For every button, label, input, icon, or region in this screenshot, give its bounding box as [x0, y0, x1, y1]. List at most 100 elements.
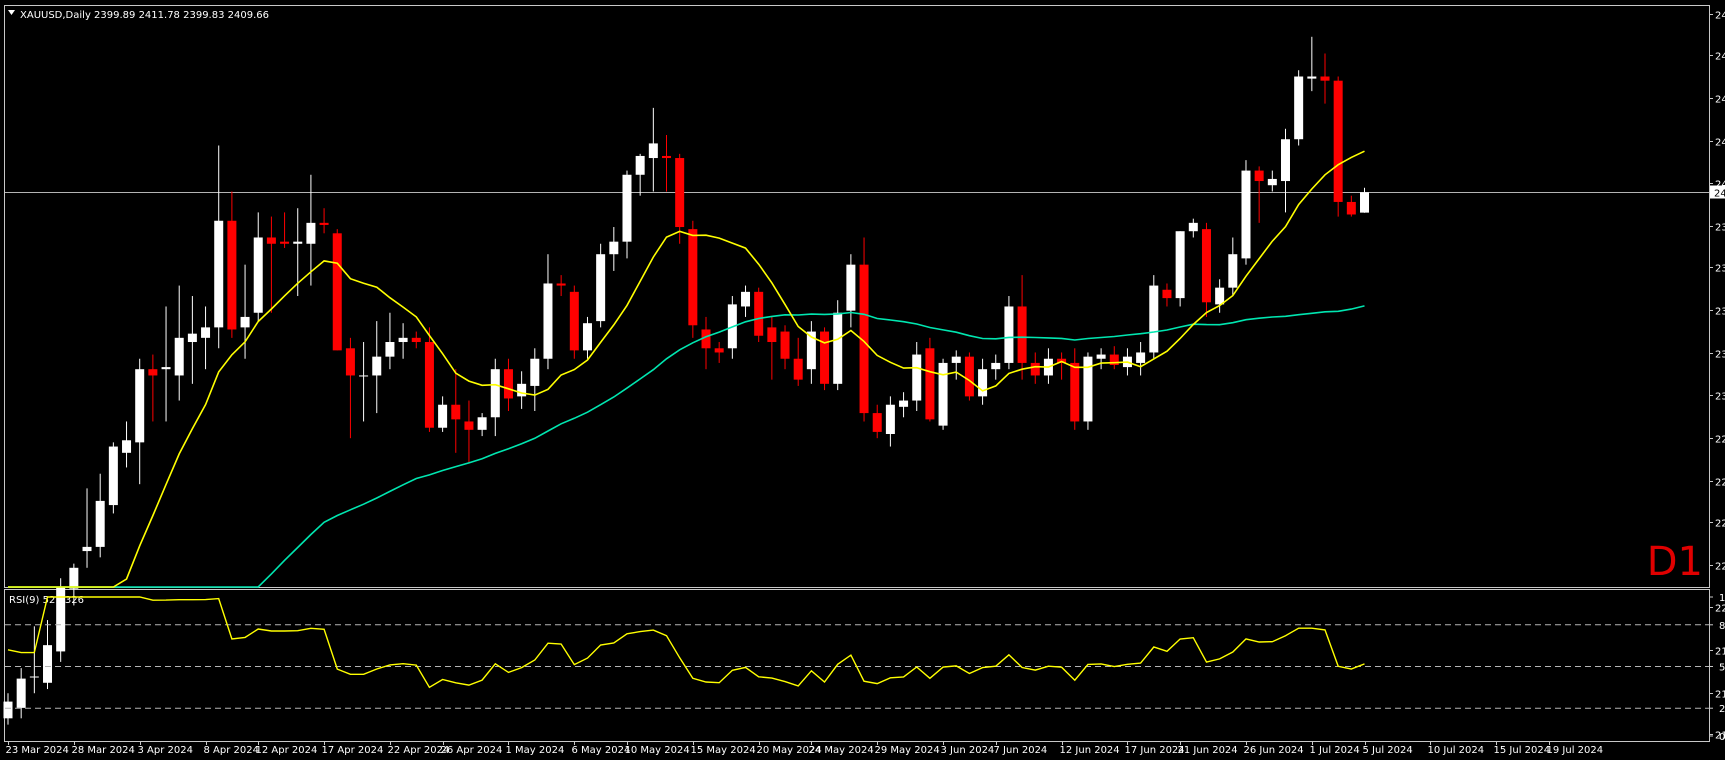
time-tick-label: 26 Jun 2024 — [1244, 745, 1304, 756]
candle-body — [1333, 80, 1343, 202]
candle-body — [1004, 306, 1014, 363]
candle-body — [214, 220, 224, 328]
candle-body — [280, 241, 290, 244]
candle-body — [253, 237, 263, 313]
time-tick-label: 15 Jul 2024 — [1494, 745, 1551, 756]
time-tick-label: 7 Jun 2024 — [994, 745, 1048, 756]
price-tick-label: 2211.10 — [1715, 604, 1725, 615]
candle-body — [227, 220, 237, 330]
price-tick-label: 2454.70 — [1715, 95, 1725, 106]
candle-body — [359, 375, 369, 377]
price-tick-label: 2332.90 — [1715, 350, 1725, 361]
candle-body — [767, 327, 777, 343]
time-tick-label: 8 Apr 2024 — [204, 745, 259, 756]
candle-body — [1017, 306, 1027, 363]
candle-body — [1254, 170, 1264, 182]
candle-body — [1280, 139, 1290, 182]
candle-body — [1136, 352, 1146, 363]
candle-body — [1360, 192, 1370, 213]
price-tick-label: 2251.90 — [1715, 519, 1725, 530]
candle-body — [951, 356, 961, 363]
rsi-tick-label: 0 — [1719, 732, 1725, 743]
candle-body — [648, 143, 658, 159]
candle-body — [543, 283, 553, 359]
candle-body — [754, 291, 764, 336]
candle-body — [1346, 201, 1356, 215]
time-tick-label: 17 Jun 2024 — [1125, 745, 1185, 756]
candle-body — [411, 337, 421, 343]
price-tick-label: 2312.50 — [1715, 392, 1725, 403]
candle-body — [833, 312, 843, 384]
candle-body — [714, 348, 724, 353]
candle-body — [372, 356, 382, 376]
candle-body — [451, 404, 461, 420]
price-tick-label: 2190.70 — [1715, 647, 1725, 658]
candle-body — [609, 241, 619, 255]
time-tick-label: 15 May 2024 — [691, 745, 756, 756]
candle-body — [95, 500, 105, 547]
time-tick-label: 28 Mar 2024 — [72, 745, 135, 756]
time-tick-label: 1 Jul 2024 — [1310, 745, 1360, 756]
time-tick-label: 23 Mar 2024 — [6, 745, 69, 756]
price-tick-label: 2475.10 — [1715, 52, 1725, 63]
rsi-tick-label: 20 — [1719, 704, 1725, 715]
price-tick-label: 2170.30 — [1715, 690, 1725, 701]
candle-body — [135, 369, 145, 443]
price-tick-label: 2434.30 — [1715, 138, 1725, 149]
candle-body — [780, 331, 790, 359]
candle-body — [464, 421, 474, 430]
candle-body — [16, 678, 26, 708]
rsi-tick-label: 100 — [1719, 593, 1725, 604]
price-tick-label: 2231.50 — [1715, 562, 1725, 573]
candle-body — [820, 331, 830, 384]
chart-svg: XAUUSD,Daily 2399.89 2411.78 2399.83 240… — [0, 0, 1725, 756]
candle-body — [187, 333, 197, 343]
candle-body — [846, 264, 856, 311]
timeframe-badge: D1 — [1647, 539, 1703, 585]
candle-body — [582, 323, 592, 351]
candle-body — [385, 342, 395, 357]
candle-body — [174, 337, 184, 376]
candle-body — [438, 404, 448, 428]
candle-body — [82, 546, 92, 552]
candle-body — [938, 362, 948, 426]
candle-body — [490, 369, 500, 418]
time-tick-label: 10 Jul 2024 — [1428, 745, 1485, 756]
candle-body — [332, 233, 342, 351]
time-tick-label: 1 May 2024 — [506, 745, 565, 756]
candle-body — [69, 567, 79, 589]
candle-body — [793, 358, 803, 380]
candle-body — [29, 676, 39, 678]
candle-body — [688, 229, 698, 326]
candle-body — [1215, 287, 1225, 305]
candle-body — [530, 358, 540, 386]
time-tick-label: 21 Jun 2024 — [1178, 745, 1238, 756]
candle-body — [1030, 362, 1040, 376]
time-tick-label: 5 Jul 2024 — [1363, 745, 1413, 756]
rsi-tick-label: 80 — [1719, 621, 1725, 632]
price-tick-label: 2393.50 — [1715, 223, 1725, 234]
candle-body — [978, 369, 988, 397]
candle-body — [912, 354, 922, 401]
time-tick-label: 3 Jun 2024 — [941, 745, 995, 756]
symbol-info: XAUUSD,Daily 2399.89 2411.78 2399.83 240… — [20, 10, 269, 21]
candle-body — [1175, 231, 1185, 299]
chart-window: XAUUSD,Daily 2399.89 2411.78 2399.83 240… — [0, 0, 1725, 756]
candle-body — [1070, 362, 1080, 422]
candle-body — [424, 342, 434, 428]
candle-body — [662, 155, 671, 159]
candle-body — [741, 291, 751, 307]
candle-body — [1228, 254, 1238, 288]
candle-body — [885, 404, 895, 434]
price-tick-label: 2373.70 — [1715, 264, 1725, 275]
rsi-tick-label: 50 — [1719, 663, 1725, 674]
candle-body — [635, 155, 645, 175]
candle-body — [596, 254, 606, 322]
candle-body — [1162, 289, 1172, 299]
candle-body — [148, 369, 158, 376]
current-price-label: 2409.66 — [1714, 189, 1725, 200]
candle-body — [477, 417, 487, 430]
candle-body — [569, 291, 579, 351]
candle-body — [1201, 229, 1211, 303]
candle-body — [1267, 178, 1277, 186]
